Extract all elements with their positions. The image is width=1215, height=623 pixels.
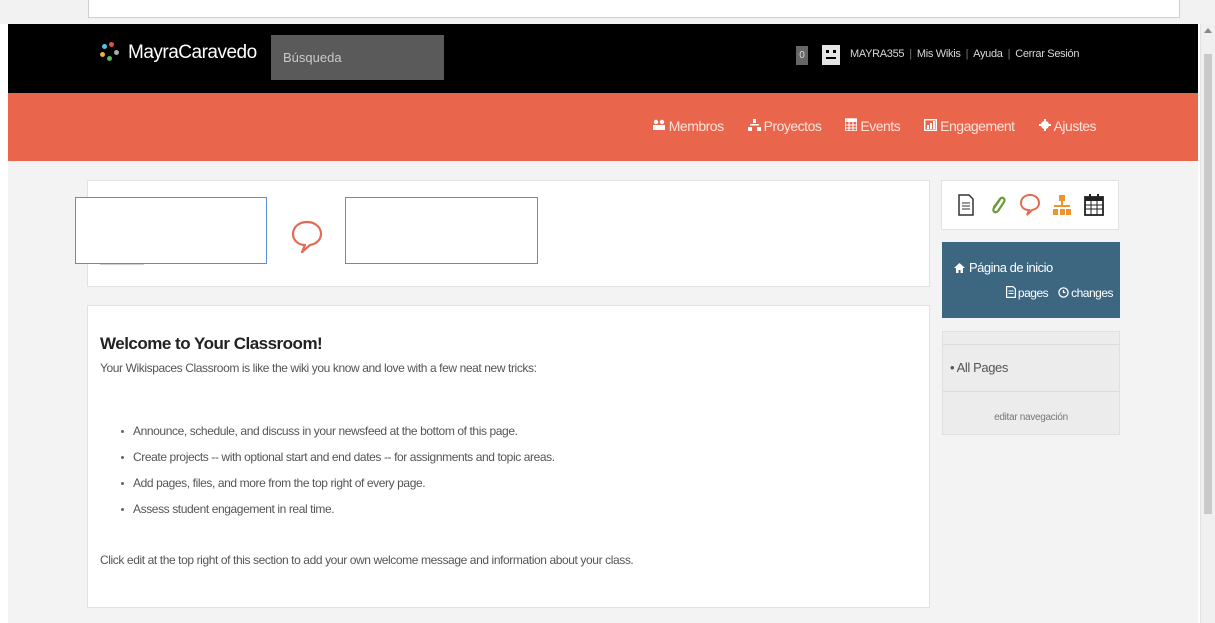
pages-link[interactable]: pages [1005,286,1049,300]
edit-navigation-link[interactable]: editar navegación [943,412,1119,423]
nav-label-events: Events [860,118,901,134]
user-name-link[interactable]: MAYRA355 [850,48,905,60]
changes-link[interactable]: changes [1058,286,1113,300]
sign-out-link[interactable]: Cerrar Sesión [1015,48,1079,60]
home-page-link[interactable]: Página de inicio [954,260,1053,275]
home-page-label: Página de inicio [969,260,1053,275]
members-icon [652,119,666,134]
welcome-intro: Your Wikispaces Classroom is like the wi… [100,361,537,375]
comment-icon[interactable] [1019,192,1041,218]
user-navigation: MAYRA355 | Mis Wikis | Ayuda | Cerrar Sesión [850,48,1080,60]
user-avatar-icon[interactable] [822,45,840,65]
nav-item-settings[interactable]: Ajustes [1038,118,1097,134]
section-nav: Membros Proyectos Events Engagement Ajus… [652,118,1097,134]
help-link[interactable]: Ayuda [973,48,1003,60]
page-icon[interactable] [955,192,977,218]
all-pages-link[interactable]: • All Pages [950,360,1008,375]
nav-label-settings: Ajustes [1053,118,1097,134]
nav-label-engagement: Engagement [940,118,1015,134]
scroll-up-arrow-icon[interactable] [1204,28,1212,33]
list-item: Create projects -- with optional start a… [121,450,555,476]
highlight-box-left [75,197,267,264]
home-page-panel: Página de inicio pages changes [942,242,1120,318]
nav-label-projects: Proyectos [763,118,822,134]
events-icon [844,118,859,134]
home-icon [954,263,965,273]
top-navigation-bar: MayraCaravedo 0 MAYRA355|Mis Wikis|Ayuda… [8,24,1198,93]
divider [943,344,1119,345]
document-icon [1005,286,1016,298]
section-navigation-bar: Membros Proyectos Events Engagement Ajus… [8,93,1198,161]
browser-chrome [0,0,1215,24]
divider [943,391,1119,392]
projects-icon [747,118,761,134]
page-tools [941,180,1119,230]
bullet-icon: • [950,360,955,375]
my-wikis-link[interactable]: Mis Wikis [917,48,961,60]
site-logo[interactable]: MayraCaravedo [100,42,257,64]
calendar-icon[interactable] [1083,192,1105,218]
search-input[interactable] [271,35,444,80]
address-bar[interactable] [88,0,1180,18]
home-page-actions: pages changes [1005,286,1113,300]
list-item: Add pages, files, and more from the top … [121,476,555,502]
scroll-thumb[interactable] [1204,54,1212,514]
welcome-footer: Click edit at the top right of this sect… [100,553,634,567]
all-pages-label: All Pages [956,360,1009,375]
site-name[interactable]: MayraCaravedo [128,42,257,64]
project-tree-icon[interactable] [1051,192,1073,218]
logo-mark-icon [100,42,122,64]
list-item: Assess student engagement in real time. [121,502,555,528]
pages-link-label: pages [1017,286,1049,300]
highlight-box-right [345,197,538,264]
welcome-bullet-list: Announce, schedule, and discuss in your … [121,424,555,528]
page-scrollbar[interactable] [1200,24,1215,623]
nav-label-members: Membros [668,118,724,134]
nav-item-members[interactable]: Membros [652,118,724,134]
notification-count-badge[interactable]: 0 [796,46,808,65]
nav-item-projects[interactable]: Proyectos [747,118,822,134]
speech-bubble-icon[interactable] [290,219,323,254]
clock-icon [1058,287,1069,298]
nav-item-events[interactable]: Events [844,118,901,134]
paperclip-icon[interactable] [987,192,1009,218]
engagement-icon [924,118,938,134]
changes-link-label: changes [1071,286,1113,300]
welcome-title: Welcome to Your Classroom! [100,334,323,353]
gear-icon [1038,118,1051,134]
list-item: Announce, schedule, and discuss in your … [121,424,555,450]
navigation-panel: • All Pages editar navegación [942,331,1120,435]
nav-item-engagement[interactable]: Engagement [924,118,1015,134]
